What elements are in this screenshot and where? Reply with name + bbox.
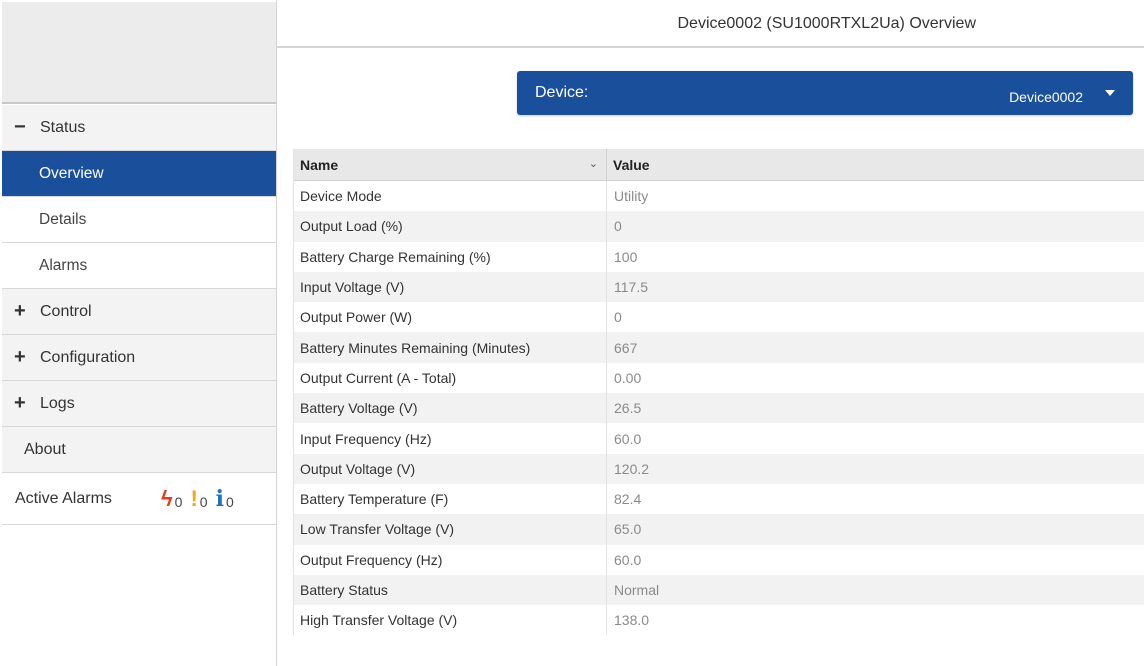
row-name: Battery Charge Remaining (%) <box>294 241 607 272</box>
info-alarm-count: 0 <box>225 493 234 510</box>
warning-alarms[interactable]: ! 0 <box>190 485 208 511</box>
sidebar-item-label: Control <box>40 302 92 320</box>
device-dropdown-label: Device: <box>535 84 589 101</box>
table-row[interactable]: Battery Charge Remaining (%) 100 <box>294 241 1144 272</box>
sidebar-item-label: Details <box>39 210 87 228</box>
caret-down-icon <box>1105 90 1115 96</box>
row-value: 667 <box>614 339 638 356</box>
sidebar: − Status Overview Details Alarms + Contr… <box>0 0 277 666</box>
sidebar-item-overview[interactable]: Overview <box>2 151 276 197</box>
column-header-name[interactable]: Name ⌄ <box>294 149 607 180</box>
sidebar-item-about[interactable]: About <box>2 427 276 473</box>
table-row[interactable]: Output Frequency (Hz) 60.0 <box>294 544 1144 575</box>
row-value: Normal <box>614 582 660 598</box>
row-name: Low Transfer Voltage (V) <box>294 514 607 545</box>
row-value: 60.0 <box>614 551 642 568</box>
sidebar-item-label: About <box>24 440 66 458</box>
table-row[interactable]: Input Voltage (V) 117.5 <box>294 271 1144 303</box>
row-value: 117.5 <box>614 279 648 296</box>
critical-alarms[interactable]: ϟ 0 <box>161 485 183 511</box>
sidebar-item-control[interactable]: + Control <box>2 289 276 335</box>
sidebar-item-label: Status <box>40 118 86 136</box>
table-row[interactable]: Output Power (W) 0 <box>294 302 1144 333</box>
table-row[interactable]: Battery Minutes Remaining (Minutes) 667 <box>294 332 1144 363</box>
critical-alarm-count: 0 <box>174 493 183 510</box>
device-dropdown-value: Device0002 <box>1009 89 1083 105</box>
row-name: Output Current (A - Total) <box>294 362 607 394</box>
row-value: 82.4 <box>614 491 642 508</box>
table-header: Name ⌄ Value <box>294 149 1144 181</box>
collapse-icon: − <box>14 116 26 138</box>
row-name: Input Frequency (Hz) <box>294 423 607 454</box>
main-content: Device0002 (SU1000RTXL2Ua) Overview Devi… <box>277 0 1146 666</box>
lightning-bolt-icon: ϟ <box>161 485 173 511</box>
table-row[interactable]: Output Current (A - Total) 0.00 <box>294 362 1144 394</box>
column-header-name-label: Name <box>300 156 339 173</box>
row-name: Output Load (%) <box>294 211 607 242</box>
row-value: 60.0 <box>614 430 642 447</box>
table-row[interactable]: Output Voltage (V) 120.2 <box>294 453 1144 484</box>
row-value: 26.5 <box>614 400 642 417</box>
row-value: 138.0 <box>614 612 650 629</box>
info-icon: i <box>215 485 224 512</box>
row-name: Battery Voltage (V) <box>294 393 607 424</box>
page-header: Device0002 (SU1000RTXL2Ua) Overview <box>277 2 1144 48</box>
row-name: Output Power (W) <box>294 302 607 333</box>
expand-icon: + <box>14 392 26 414</box>
table-row[interactable]: Output Load (%) 0 <box>294 211 1144 242</box>
table-row[interactable]: Device Mode Utility <box>294 181 1144 212</box>
table-row[interactable]: Input Frequency (Hz) 60.0 <box>294 423 1144 454</box>
page-title: Device0002 (SU1000RTXL2Ua) Overview <box>677 15 976 32</box>
sidebar-item-configuration[interactable]: + Configuration <box>2 335 276 381</box>
table-row[interactable]: Battery Status Normal <box>294 574 1144 606</box>
row-value: 0 <box>614 218 622 235</box>
row-name: Battery Minutes Remaining (Minutes) <box>294 332 607 363</box>
row-value: 120.2 <box>614 460 650 477</box>
device-dropdown[interactable]: Device: Device0002 <box>517 71 1133 115</box>
table-body: Device Mode Utility Output Load (%) 0 Batter… <box>294 181 1144 636</box>
sidebar-item-logs[interactable]: + Logs <box>2 381 276 427</box>
active-alarms-label: Active Alarms <box>15 489 112 507</box>
sidebar-item-label: Alarms <box>39 256 88 274</box>
sidebar-item-label: Logs <box>40 394 75 412</box>
expand-icon: + <box>14 300 26 322</box>
row-name: Battery Status <box>294 574 607 606</box>
logo-area <box>2 2 276 104</box>
sidebar-item-label: Configuration <box>40 348 136 366</box>
row-value: 0.00 <box>614 369 642 386</box>
table-row[interactable]: Battery Voltage (V) 26.5 <box>294 393 1144 424</box>
active-alarms[interactable]: Active Alarms ϟ 0 ! 0 i 0 <box>2 473 276 525</box>
row-value: Utility <box>614 188 649 205</box>
row-name: Output Voltage (V) <box>294 453 607 484</box>
row-value: 100 <box>614 248 638 265</box>
row-name: Battery Temperature (F) <box>294 483 607 515</box>
warning-alarm-count: 0 <box>199 493 208 510</box>
column-header-value-label: Value <box>613 156 650 173</box>
row-value: 65.0 <box>614 521 642 538</box>
sidebar-item-status[interactable]: − Status <box>2 105 276 151</box>
column-header-value[interactable]: Value <box>607 149 1144 180</box>
row-name: Input Voltage (V) <box>294 271 607 303</box>
row-name: Device Mode <box>294 181 607 212</box>
row-name: High Transfer Voltage (V) <box>294 605 607 636</box>
sidebar-item-alarms[interactable]: Alarms <box>2 243 276 289</box>
sidebar-item-label: Overview <box>39 164 104 182</box>
expand-icon: + <box>14 346 26 368</box>
info-alarms[interactable]: i 0 <box>216 488 234 510</box>
overview-table: Name ⌄ Value Device Mode Utility Output Lo… <box>293 149 1144 636</box>
exclamation-icon: ! <box>190 485 198 511</box>
row-name: Output Frequency (Hz) <box>294 544 607 575</box>
row-value: 0 <box>614 309 622 326</box>
table-row[interactable]: High Transfer Voltage (V) 138.0 <box>294 605 1144 636</box>
table-row[interactable]: Low Transfer Voltage (V) 65.0 <box>294 514 1144 545</box>
table-row[interactable]: Battery Temperature (F) 82.4 <box>294 483 1144 515</box>
chevron-down-icon[interactable]: ⌄ <box>589 157 598 170</box>
sidebar-item-details[interactable]: Details <box>2 197 276 243</box>
sidebar-nav: − Status Overview Details Alarms + Contr… <box>2 105 276 525</box>
